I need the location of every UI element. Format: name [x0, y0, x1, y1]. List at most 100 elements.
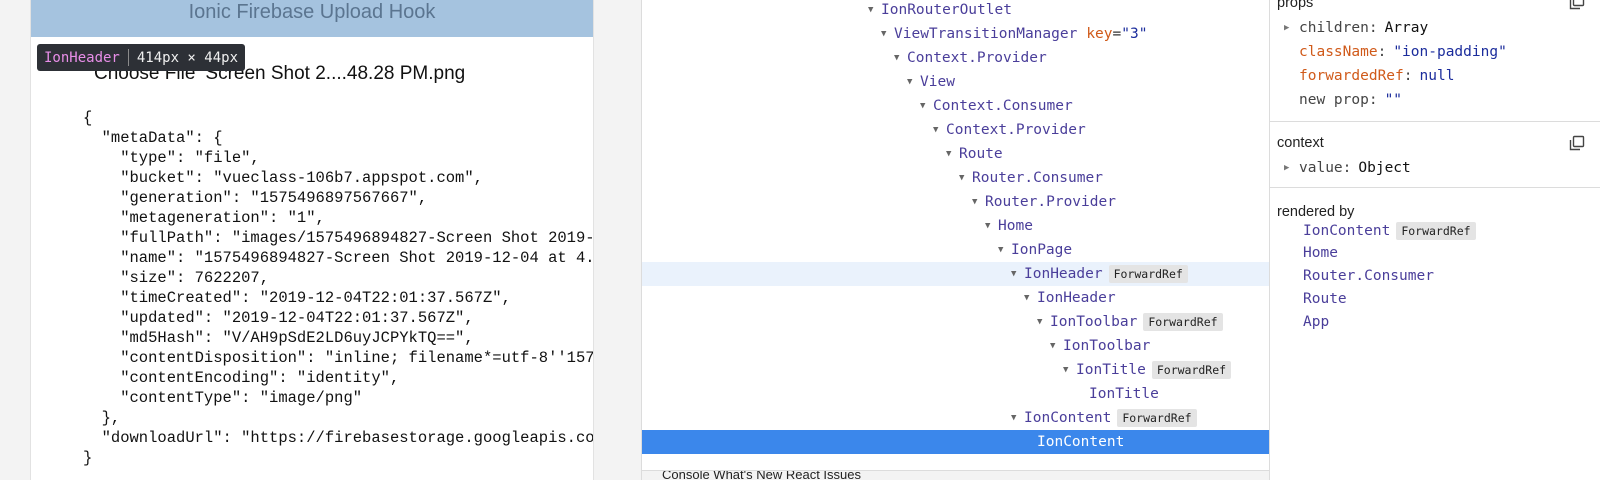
- tree-node[interactable]: ▼ IonHeader: [642, 286, 1269, 310]
- prop-colon: :: [1368, 92, 1378, 108]
- tree-node-attr-eq: =: [1112, 26, 1122, 42]
- prop-key: forwardedRef: [1299, 68, 1404, 84]
- tree-node[interactable]: ▼ Route: [642, 142, 1269, 166]
- prop-value[interactable]: null: [1420, 68, 1455, 84]
- rendered-by-name: Home: [1303, 245, 1338, 261]
- props-section: props ▶ children: Array className: "ion-padd…: [1270, 0, 1600, 122]
- tree-node[interactable]: ▼ Context.Provider: [642, 118, 1269, 142]
- tooltip-dimensions: 414px × 44px: [136, 49, 239, 66]
- tree-node[interactable]: ▼ ViewTransitionManager key = "3": [642, 22, 1269, 46]
- tree-node-name: IonRouterOutlet: [881, 2, 1012, 18]
- page-title: Ionic Firebase Upload Hook: [188, 1, 436, 23]
- tree-node[interactable]: ▼ View: [642, 70, 1269, 94]
- rendered-by-item[interactable]: Home: [1303, 245, 1338, 261]
- app-preview-area: Ionic Firebase Upload Hook Choose File Sc…: [0, 0, 641, 480]
- expand-caret-icon[interactable]: ▼: [1024, 293, 1037, 303]
- tree-node[interactable]: IonContent: [642, 430, 1269, 454]
- tree-node[interactable]: ▼ Router.Provider: [642, 190, 1269, 214]
- tree-node[interactable]: ▼ IonTitle ForwardRef: [642, 358, 1269, 382]
- expand-caret-icon[interactable]: ▼: [881, 29, 894, 39]
- expand-caret-icon[interactable]: ▶: [1284, 23, 1299, 33]
- tree-node-name: View: [920, 74, 955, 90]
- tree-node-name: IonToolbar: [1063, 338, 1151, 354]
- rendered-by-item[interactable]: Router.Consumer: [1303, 268, 1434, 284]
- expand-caret-icon[interactable]: ▼: [1011, 269, 1024, 279]
- tree-node-name: IonTitle: [1089, 386, 1159, 402]
- tree-node[interactable]: ▼ Router.Consumer: [642, 166, 1269, 190]
- tooltip-component-name: IonHeader: [44, 49, 120, 66]
- upload-result-json: { "metaData": { "type": "file", "bucket"…: [83, 109, 593, 467]
- tree-node-name: Context.Provider: [907, 50, 1047, 66]
- tooltip-divider: [127, 49, 129, 66]
- context-section: context ▶ value: Object: [1270, 122, 1600, 188]
- expand-caret-icon[interactable]: ▼: [998, 245, 1011, 255]
- copy-icon[interactable]: [1569, 0, 1585, 10]
- rendered-by-item[interactable]: App: [1303, 314, 1329, 330]
- mobile-viewport: Ionic Firebase Upload Hook Choose File Sc…: [30, 0, 594, 480]
- prop-row[interactable]: ▶ children: Array: [1284, 20, 1428, 36]
- component-tree-panel: ▼ IonRouterOutlet ▼ ViewTransitionManager ke…: [641, 0, 1269, 480]
- rendered-by-name: IonContent: [1303, 223, 1391, 239]
- tree-node[interactable]: ▼ IonContent ForwardRef: [642, 406, 1269, 430]
- prop-key: children: [1299, 20, 1369, 36]
- rendered-by-name: App: [1303, 314, 1330, 330]
- tree-node-attr-key: key: [1086, 26, 1113, 42]
- prop-colon: :: [1342, 160, 1352, 176]
- expand-caret-icon[interactable]: ▼: [920, 101, 933, 111]
- inspector-panel: props ▶ children: Array className: "ion-padd…: [1269, 0, 1600, 480]
- tree-node-name: ViewTransitionManager: [894, 26, 1078, 42]
- tree-node-name: Home: [998, 218, 1033, 234]
- tree-node[interactable]: ▼ IonHeader ForwardRef: [642, 262, 1269, 286]
- hoc-badge: ForwardRef: [1151, 361, 1232, 379]
- prop-value[interactable]: "ion-padding": [1393, 44, 1507, 60]
- prop-colon: :: [1368, 20, 1378, 36]
- expand-caret-icon[interactable]: ▼: [868, 5, 881, 15]
- expand-caret-icon[interactable]: ▼: [1011, 413, 1024, 423]
- expand-caret-icon[interactable]: ▼: [985, 221, 998, 231]
- context-row[interactable]: ▶ value: Object: [1284, 160, 1411, 176]
- drawer-tabs-label: Console What's New React Issues: [662, 470, 862, 480]
- prop-row[interactable]: forwardedRef: null: [1284, 68, 1454, 84]
- expand-caret-icon[interactable]: ▼: [972, 197, 985, 207]
- props-heading: props: [1277, 0, 1314, 11]
- tree-node-name: IonToolbar: [1050, 314, 1138, 330]
- prop-value[interactable]: "": [1385, 92, 1402, 108]
- tree-node[interactable]: ▼ Home: [642, 214, 1269, 238]
- context-key: value: [1299, 160, 1343, 176]
- hoc-badge: ForwardRef: [1108, 265, 1188, 283]
- prop-key: new prop: [1299, 92, 1369, 108]
- tree-node[interactable]: ▼ IonPage: [642, 238, 1269, 262]
- expand-caret-icon[interactable]: ▼: [1037, 317, 1050, 327]
- expand-caret-icon[interactable]: ▼: [1050, 341, 1063, 351]
- expand-caret-icon[interactable]: ▶: [1284, 163, 1299, 173]
- expand-caret-icon[interactable]: ▼: [894, 53, 907, 63]
- prop-row[interactable]: className: "ion-padding": [1284, 44, 1507, 60]
- expand-caret-icon[interactable]: ▼: [1063, 365, 1076, 375]
- prop-value[interactable]: Array: [1385, 20, 1429, 36]
- prop-key: className: [1299, 44, 1378, 60]
- tree-node[interactable]: ▼ Context.Provider: [642, 46, 1269, 70]
- copy-icon[interactable]: [1569, 135, 1585, 151]
- tree-node[interactable]: IonTitle: [642, 382, 1269, 406]
- hoc-badge: ForwardRef: [1117, 409, 1197, 427]
- expand-caret-icon[interactable]: ▼: [946, 149, 959, 159]
- tree-node[interactable]: ▼ IonToolbar ForwardRef: [642, 310, 1269, 334]
- rendered-by-name: Route: [1303, 291, 1347, 307]
- tree-node[interactable]: ▼ IonRouterOutlet: [642, 0, 1269, 22]
- context-heading: context: [1277, 135, 1324, 151]
- tree-node[interactable]: ▼ Context.Consumer: [642, 94, 1269, 118]
- tree-node-name: Router.Provider: [985, 194, 1116, 210]
- expand-caret-icon[interactable]: ▼: [933, 125, 946, 135]
- tree-node-name: Route: [959, 146, 1003, 162]
- expand-caret-icon[interactable]: ▼: [959, 173, 972, 183]
- drawer-tab-bar: Console What's New React Issues: [642, 470, 1269, 480]
- rendered-by-item[interactable]: IonContent ForwardRef: [1303, 222, 1476, 240]
- tree-node[interactable]: ▼ IonToolbar: [642, 334, 1269, 358]
- hoc-badge: ForwardRef: [1396, 222, 1476, 240]
- prop-row[interactable]: new prop: "": [1284, 92, 1402, 108]
- tree-node-name: IonTitle: [1076, 362, 1146, 378]
- tree-node-attr-value: "3": [1121, 26, 1148, 42]
- expand-caret-icon[interactable]: ▼: [907, 77, 920, 87]
- tree-node-name: Context.Consumer: [933, 98, 1073, 114]
- rendered-by-item[interactable]: Route: [1303, 291, 1347, 307]
